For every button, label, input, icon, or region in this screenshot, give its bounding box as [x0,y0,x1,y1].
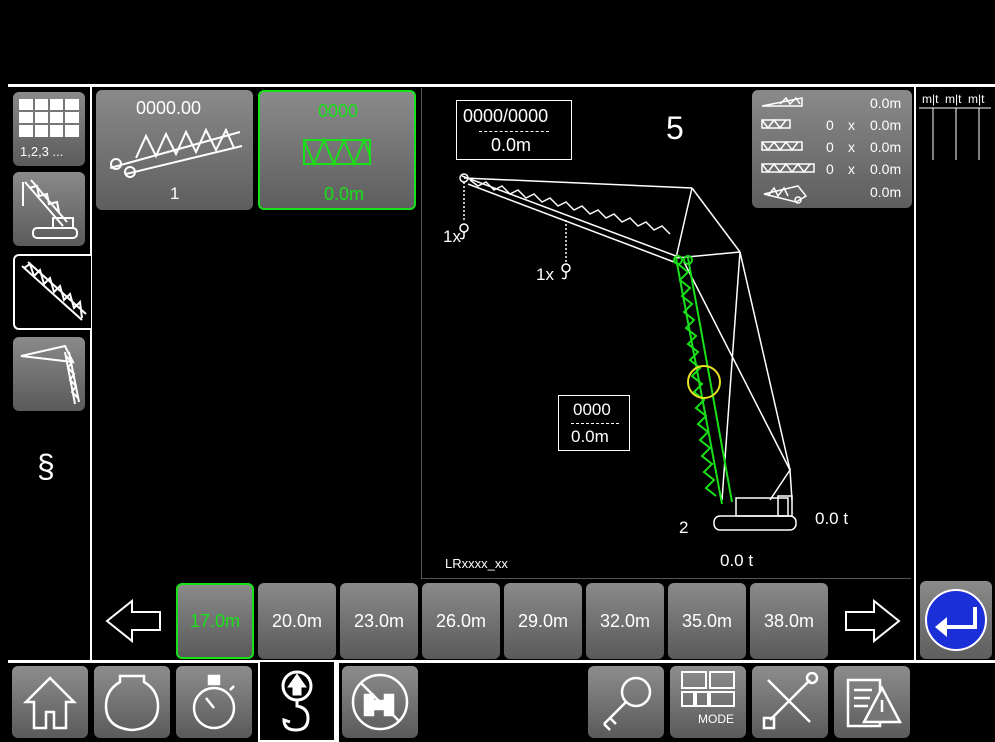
tools-button[interactable] [752,666,828,738]
diagram-bottom-border [421,578,911,579]
mid-length: 0.0m [571,427,609,446]
right-load: 0.0 t [815,509,849,528]
engine-icon [104,674,160,732]
config-row2-x: x [848,117,855,133]
config-row3-count: 0 [826,139,834,155]
crawler-status-icon [351,673,409,731]
tab-boom-selected[interactable] [13,254,91,330]
config-row2-count: 0 [826,117,834,133]
config-row4-x: x [848,161,855,177]
crane-diagram [459,173,797,531]
tab-grid[interactable]: 1,2,3 ... [13,92,85,166]
luffing-jib-icon [20,344,80,405]
boom-section-icon [21,261,87,321]
length-row-divider [8,660,995,663]
mode-label: MODE [698,712,734,726]
bottom-frame-right [336,662,339,742]
hook-icon-2 [561,263,571,280]
grid-icon [19,99,79,137]
bottom-load: 0.0 t [720,551,754,570]
crawler-number: 2 [679,518,689,537]
home-button[interactable] [12,666,88,738]
config-row4-value: 0.0m [870,161,902,177]
intermediate-section-panel[interactable]: 0000 0.0m [258,90,416,210]
section-length-value: 0.0m [324,184,365,204]
hook-icon [459,223,469,240]
state-number: 5 [666,110,684,146]
tab-crane-crawler[interactable] [13,172,85,246]
enter-icon [925,589,987,651]
mid-counter: 0000 [573,400,611,419]
selection-ring [687,365,721,399]
section-count-value: 0000 [318,101,359,121]
arrow-left-icon[interactable] [104,598,164,644]
length-option-17[interactable]: 17.0m [176,583,254,659]
header-bar [0,0,995,85]
config-row2-value: 0.0m [870,117,902,133]
warning-log-button[interactable] [834,666,910,738]
key-button[interactable] [588,666,664,738]
length-option-26[interactable]: 26.0m [422,583,500,659]
key-icon [603,676,652,731]
stopwatch-icon [192,674,236,730]
top-counter-frame: 0000/0000 0.0m [456,100,572,160]
config-row3-value: 0.0m [870,139,902,155]
counter-dash [479,131,549,132]
crawler-status-button[interactable] [342,666,418,738]
enter-button[interactable] [920,581,992,659]
length-option-32[interactable]: 32.0m [586,583,664,659]
mid-counter-dash [571,423,619,424]
length-option-38[interactable]: 38.0m [750,583,828,659]
paragraph-tab[interactable]: § [37,448,55,485]
model-name: LRxxxx_xx [445,556,508,571]
boom-index: 1 [170,184,180,203]
right-table-lines [919,107,991,160]
hook2-count: 1x [536,265,554,284]
hook-up-icon [281,670,313,732]
length-option-23[interactable]: 23.0m [340,583,418,659]
top-counter: 0000/0000 [463,106,549,126]
timer-button[interactable] [176,666,252,738]
tab-luffing-jib[interactable] [13,337,85,411]
arrow-right-icon[interactable] [842,598,902,644]
top-length: 0.0m [491,135,532,155]
boom-length-panel[interactable]: 0000.00 1 [96,90,253,210]
right-table-border [914,87,916,662]
mid-counter-frame: 0000 0.0m [558,395,630,451]
header-divider [8,84,995,87]
lattice-section-icon [303,137,371,167]
tools-icon [762,672,819,730]
hook-tab-selected[interactable] [260,664,334,740]
mode-button[interactable]: MODE [670,666,746,738]
length-option-29[interactable]: 29.0m [504,583,582,659]
config-row4-count: 0 [826,161,834,177]
engine-button[interactable] [94,666,170,738]
boom-length-value: 0000.00 [136,98,202,118]
mode-icon [681,671,735,707]
boom-base-icon [109,127,243,178]
config-row1-value: 0.0m [870,95,902,111]
home-icon [22,676,78,730]
diagram-left-border [421,88,422,578]
config-row3-x: x [848,139,855,155]
length-option-35[interactable]: 35.0m [668,583,746,659]
length-option-20[interactable]: 20.0m [258,583,336,659]
crawler-crane-icon [22,179,78,239]
config-row5-value: 0.0m [870,184,902,200]
tab-grid-label: 1,2,3 ... [20,144,64,159]
warning-document-icon [846,678,902,728]
